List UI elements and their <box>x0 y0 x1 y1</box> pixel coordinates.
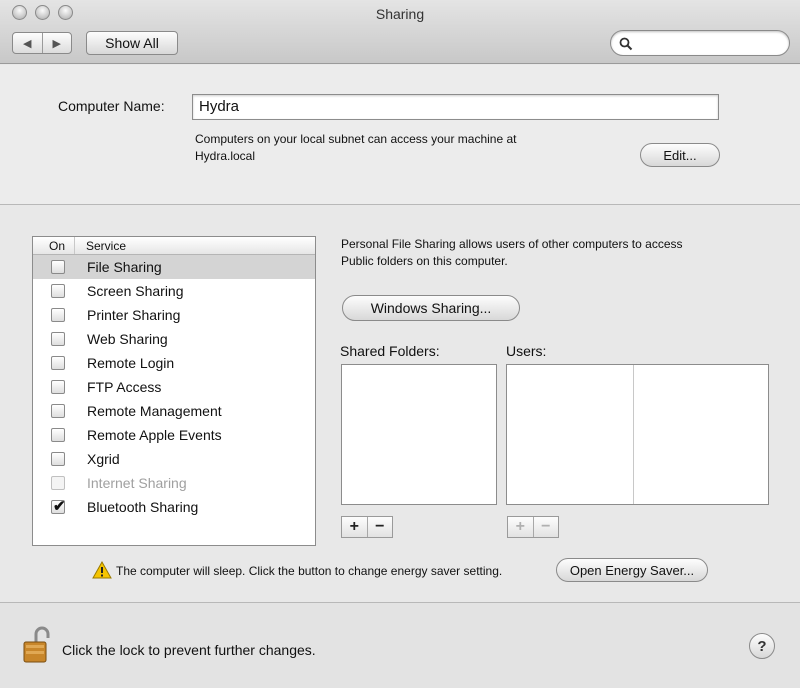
shared-folders-label: Shared Folders: <box>340 343 440 359</box>
column-header-on[interactable]: On <box>33 237 75 254</box>
remove-shared-folder-button[interactable]: − <box>366 517 393 537</box>
search-field[interactable] <box>610 30 790 56</box>
service-description: Personal File Sharing allows users of ot… <box>341 236 771 270</box>
service-checkbox[interactable] <box>51 428 65 442</box>
service-name: Remote Apple Events <box>87 427 222 443</box>
service-checkbox[interactable] <box>51 332 65 346</box>
add-user-button[interactable]: + <box>508 517 533 537</box>
service-checkbox[interactable] <box>51 404 65 418</box>
service-name: Remote Login <box>87 355 175 371</box>
users-add-remove: + − <box>507 516 559 538</box>
back-forward-control: ◀ ▶ <box>12 32 72 54</box>
service-name: Xgrid <box>87 451 120 467</box>
shared-folders-list[interactable] <box>341 364 497 505</box>
service-name: Printer Sharing <box>87 307 181 323</box>
open-energy-saver-button[interactable]: Open Energy Saver... <box>556 558 708 582</box>
show-all-button[interactable]: Show All <box>86 31 178 55</box>
service-checkbox[interactable]: ✔ <box>51 498 66 515</box>
windows-sharing-button[interactable]: Windows Sharing... <box>342 295 520 321</box>
service-row[interactable]: Screen Sharing <box>33 279 315 303</box>
service-checkbox[interactable] <box>51 260 65 274</box>
computer-name-description: Computers on your local subnet can acces… <box>195 131 625 165</box>
shared-folders-add-remove: + − <box>341 516 393 538</box>
service-checkbox[interactable] <box>51 380 65 394</box>
computer-name-description-line: Computers on your local subnet can acces… <box>195 132 517 146</box>
service-list: On Service File Sharing Screen Sharing Pri… <box>32 236 316 546</box>
energy-warning-text: The computer will sleep. Click the butto… <box>116 564 503 578</box>
forward-button[interactable]: ▶ <box>41 33 72 53</box>
users-label: Users: <box>506 343 547 359</box>
service-list-header: On Service <box>33 237 315 255</box>
service-name: Screen Sharing <box>87 283 184 299</box>
service-row[interactable]: Printer Sharing <box>33 303 315 327</box>
help-button[interactable]: ? <box>749 633 775 659</box>
service-row[interactable]: Internet Sharing <box>33 471 315 495</box>
service-checkbox[interactable] <box>51 356 65 370</box>
back-button[interactable]: ◀ <box>13 33 42 53</box>
local-hostname: Hydra.local <box>195 149 256 163</box>
remove-user-button[interactable]: − <box>532 517 559 537</box>
window-toolbar: Sharing ◀ ▶ Show All <box>0 0 800 64</box>
computer-name-field[interactable]: Hydra <box>192 94 719 120</box>
service-name: Internet Sharing <box>87 475 187 491</box>
service-row[interactable]: FTP Access <box>33 375 315 399</box>
service-row[interactable]: ✔ Bluetooth Sharing <box>33 495 315 519</box>
service-checkbox[interactable] <box>51 308 65 322</box>
service-name: File Sharing <box>87 259 162 275</box>
service-row[interactable]: Remote Management <box>33 399 315 423</box>
column-header-service[interactable]: Service <box>75 237 126 254</box>
service-row[interactable]: File Sharing <box>33 255 315 279</box>
checkmark-icon: ✔ <box>53 498 66 515</box>
search-icon <box>619 37 633 51</box>
service-row[interactable]: Remote Apple Events <box>33 423 315 447</box>
warning-icon <box>92 561 112 579</box>
unlocked-lock-icon[interactable] <box>22 624 52 664</box>
users-column-divider <box>633 365 634 504</box>
lock-message: Click the lock to prevent further change… <box>62 642 316 658</box>
service-checkbox <box>51 476 65 490</box>
service-description-line: Public folders on this computer. <box>341 254 508 268</box>
service-rows: File Sharing Screen Sharing Printer Sharin… <box>33 255 315 519</box>
computer-name-label: Computer Name: <box>58 98 165 114</box>
service-row[interactable]: Xgrid <box>33 447 315 471</box>
service-checkbox[interactable] <box>51 452 65 466</box>
service-row[interactable]: Web Sharing <box>33 327 315 351</box>
service-name: Bluetooth Sharing <box>87 499 199 515</box>
service-name: Remote Management <box>87 403 222 419</box>
service-description-line: Personal File Sharing allows users of ot… <box>341 237 683 251</box>
service-name: Web Sharing <box>87 331 168 347</box>
edit-button[interactable]: Edit... <box>640 143 720 167</box>
service-checkbox[interactable] <box>51 284 65 298</box>
window-title: Sharing <box>375 6 425 22</box>
users-list[interactable] <box>506 364 769 505</box>
service-row[interactable]: Remote Login <box>33 351 315 375</box>
add-shared-folder-button[interactable]: + <box>342 517 367 537</box>
service-name: FTP Access <box>87 379 162 395</box>
